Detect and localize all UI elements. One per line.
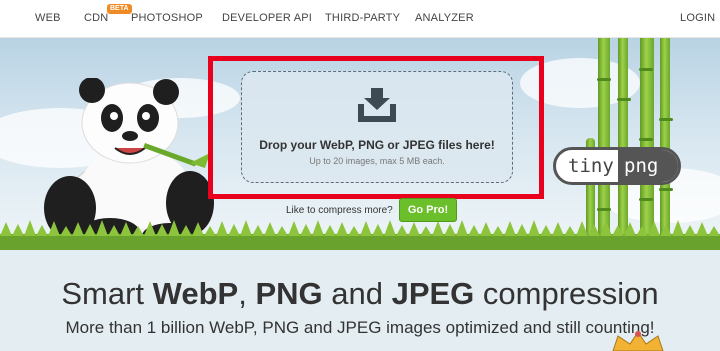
bamboo-stalk: [659, 38, 673, 238]
hero-banner: Drop your WebP, PNG or JPEG files here! …: [0, 38, 720, 250]
bamboo-stalk: [639, 38, 654, 238]
nav-third-party[interactable]: THIRD-PARTY: [325, 12, 400, 24]
beta-badge: BETA: [107, 4, 132, 14]
top-nav: WEB CDN BETA PHOTOSHOP DEVELOPER API THI…: [0, 0, 720, 38]
tinypng-logo[interactable]: tiny png: [553, 147, 681, 185]
grass-strip: [0, 220, 720, 250]
upload-highlight-box: Drop your WebP, PNG or JPEG files here! …: [208, 56, 544, 199]
bamboo-stalk: [597, 38, 611, 238]
crown-illustration: [612, 331, 664, 351]
nav-analyzer[interactable]: ANALYZER: [415, 12, 474, 24]
go-pro-button[interactable]: Go Pro!: [399, 198, 457, 222]
promo-text: Like to compress more?: [286, 205, 393, 216]
logo-tiny-text: tiny: [568, 155, 614, 177]
logo-png-text: png: [618, 150, 678, 182]
headline: Smart WebP, PNG and JPEG compression: [61, 276, 659, 311]
bamboo-stalk: [617, 38, 631, 238]
nav-web[interactable]: WEB: [35, 12, 61, 24]
upload-title: Drop your WebP, PNG or JPEG files here!: [259, 138, 495, 152]
login-link[interactable]: LOGIN: [680, 12, 715, 24]
upload-dropzone[interactable]: Drop your WebP, PNG or JPEG files here! …: [241, 71, 513, 183]
nav-cdn[interactable]: CDN: [84, 12, 108, 24]
download-tray-icon: [358, 88, 396, 122]
nav-photoshop[interactable]: PHOTOSHOP: [131, 12, 203, 24]
upload-subtitle: Up to 20 images, max 5 MB each.: [309, 156, 445, 166]
nav-developer-api[interactable]: DEVELOPER API: [222, 12, 312, 24]
